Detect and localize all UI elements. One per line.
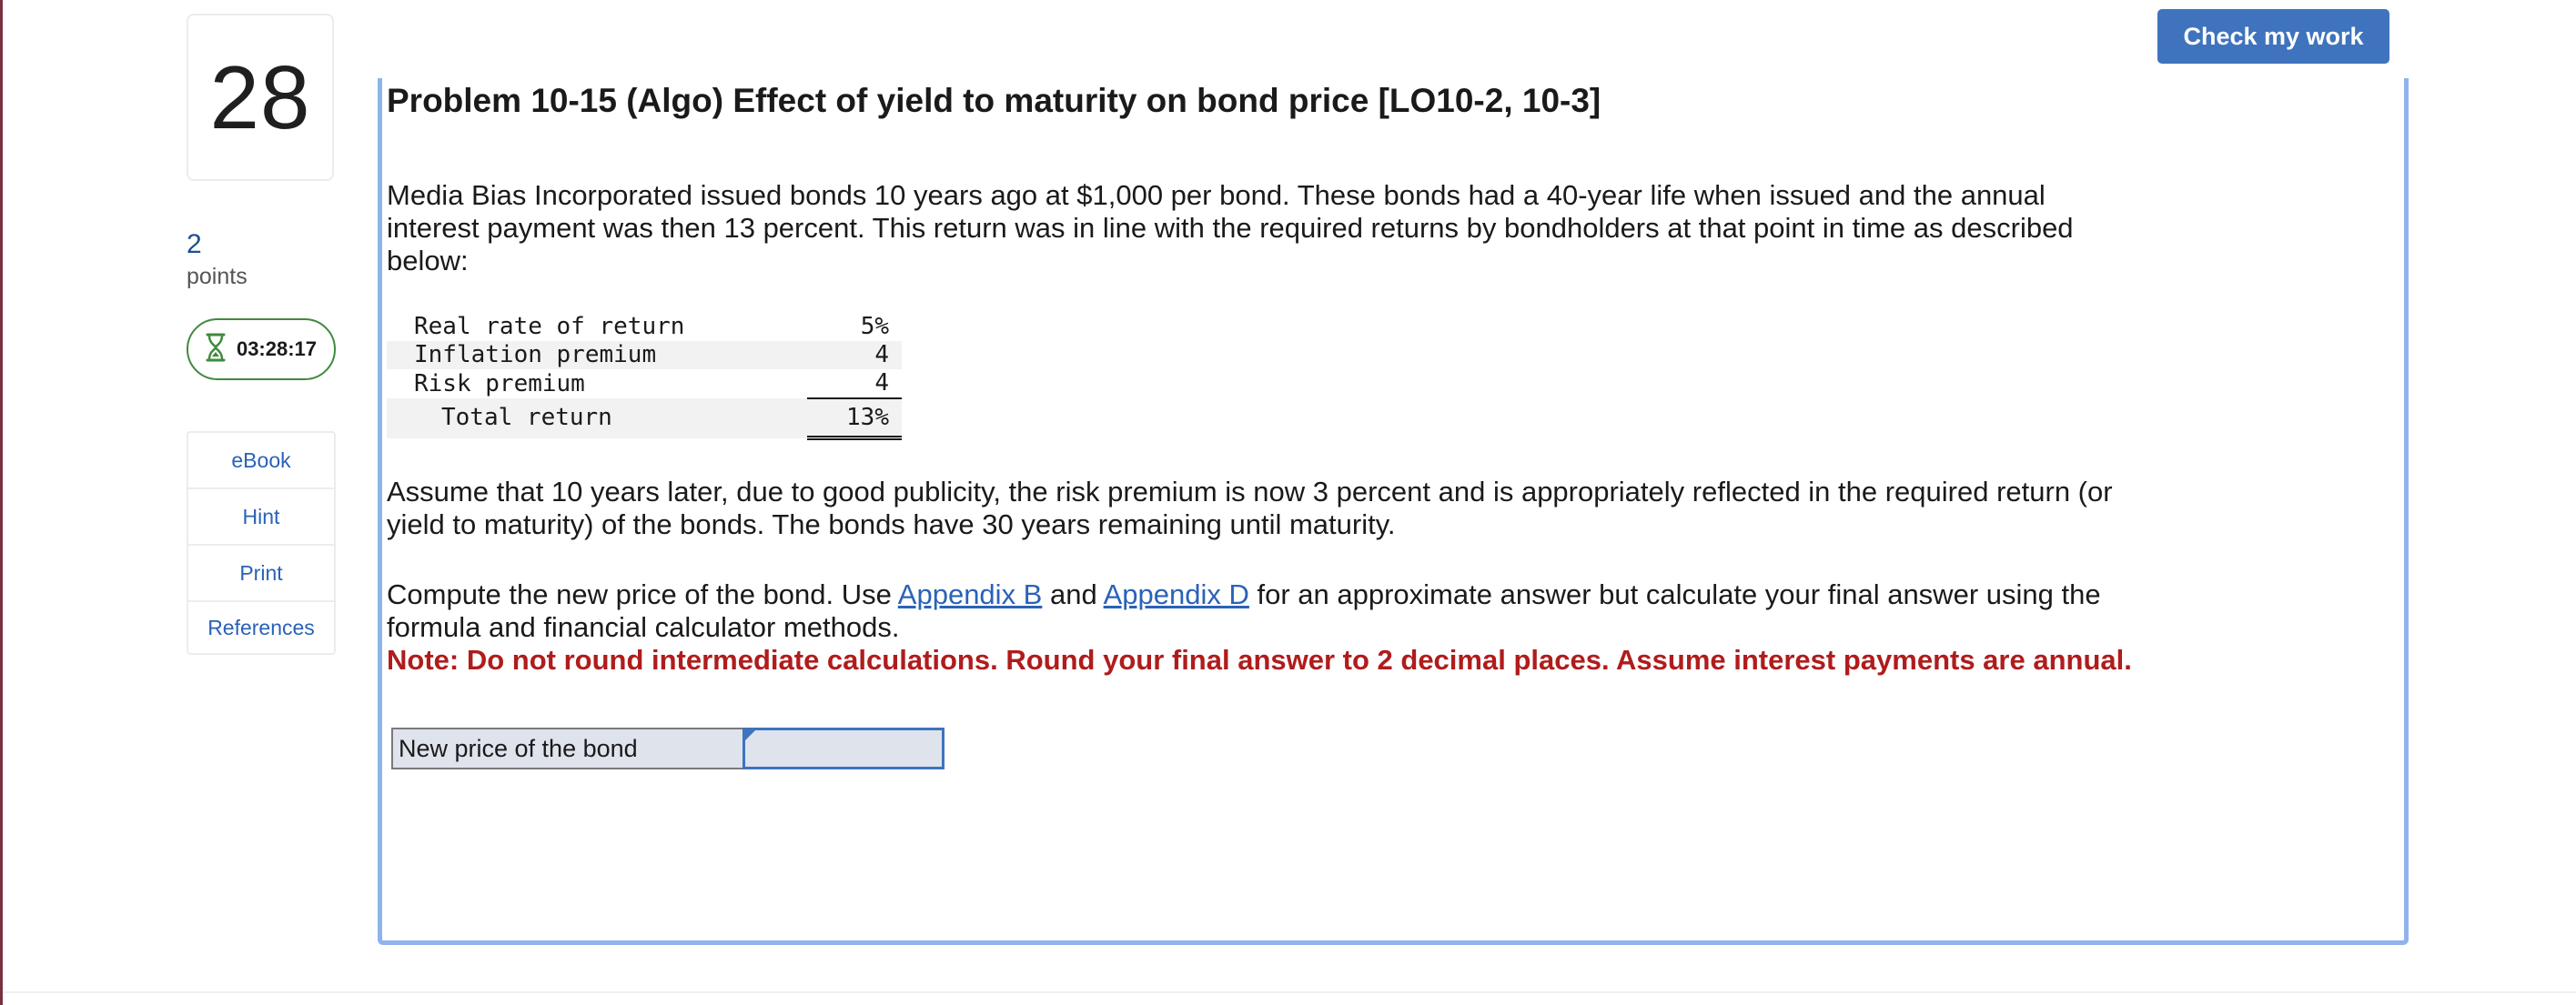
row-value: 4 [807,341,902,369]
tools-menu: eBook Hint Print References [187,431,336,655]
row-label: Real rate of return [414,313,685,340]
row-value: 5% [860,313,889,340]
row-label: Risk premium [414,369,585,397]
table-row: Inflation premium 4 [387,341,902,369]
problem-intro: Media Bias Incorporated issued bonds 10 … [387,179,2074,276]
table-row: Total return 13% [387,398,902,440]
row-value: 4 [807,369,902,399]
table-row: Risk premium 4 [387,369,902,399]
references-link[interactable]: References [188,602,334,653]
appendix-b-link[interactable]: Appendix B [898,578,1043,610]
new-price-input[interactable] [742,728,945,769]
problem-note: Note: Do not round intermediate calculat… [387,644,2132,676]
row-label: Inflation premium [387,341,787,369]
problem-title: Problem 10-15 (Algo) Effect of yield to … [387,82,1601,119]
hourglass-icon [206,333,226,367]
print-link[interactable]: Print [188,546,334,602]
timer[interactable]: 03:28:17 [187,318,336,380]
answer-label: New price of the bond [391,728,742,769]
question-number-box: 28 [187,14,334,181]
points-value: 2 [187,229,202,259]
ebook-link[interactable]: eBook [188,433,334,489]
footer-divider [3,991,2576,993]
row-label: Total return [387,398,787,438]
problem-assumption: Assume that 10 years later, due to good … [387,476,2113,540]
row-value: 13% [807,398,902,440]
page: 28 2 points 03:28:17 eBook Hint Print Re… [0,0,2576,1005]
question-number: 28 [209,46,311,147]
table-row: Real rate of return 5% [387,313,902,341]
input-flag-icon [744,730,755,741]
points-label: points [187,264,247,289]
hint-link[interactable]: Hint [188,489,334,546]
appendix-d-link[interactable]: Appendix D [1104,578,1249,610]
returns-table: Real rate of return 5% Inflation premium… [387,313,902,440]
check-my-work-button[interactable]: Check my work [2157,9,2389,64]
problem-instructions: Compute the new price of the bond. Use A… [387,578,2101,643]
answer-row: New price of the bond [391,728,945,769]
timer-text: 03:28:17 [236,337,318,360]
